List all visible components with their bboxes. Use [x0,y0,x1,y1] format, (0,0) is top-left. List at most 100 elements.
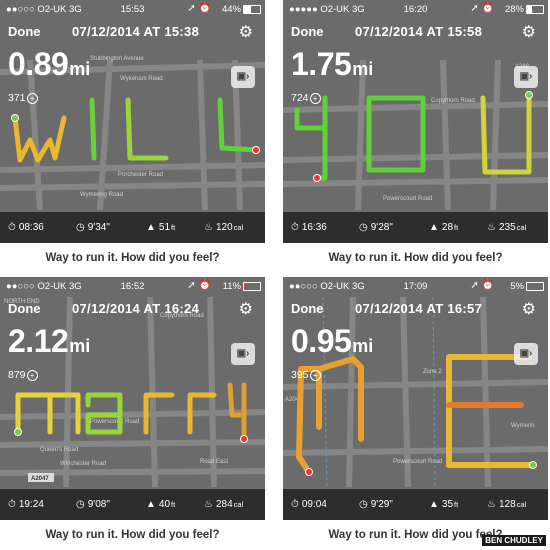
photo-credit: BEN CHUDLEY [482,535,546,546]
stopwatch-icon: ⏱ [291,499,299,510]
run-panel-2: Copythorn Road Powerscourt Road A288 ●●●… [283,0,548,273]
share-map-button[interactable]: ▣› [231,343,255,365]
street-label: Queen's Road [40,447,78,453]
street-label: Porchester Road [118,172,163,178]
feedback-prompt[interactable]: Way to run it. How did you feel? [283,252,548,264]
calories-value: 235 [498,222,516,233]
calorie-marker-value: 879 [8,369,26,381]
distance: 2.12mi [8,323,90,360]
mountain-icon: ▲ [429,222,439,233]
plus-circle-icon: + [309,92,321,104]
battery-percent: 44% [221,4,241,15]
elevation-value: 35 [441,499,454,510]
elevation-unit: ft [454,500,459,509]
gear-icon[interactable]: ⚙ [522,22,536,42]
duration-stat: ⏱ 09:04 [291,499,327,510]
street-label: Stubbington Avenue [90,56,144,62]
done-button[interactable]: Done [8,301,41,316]
feedback-prompt[interactable]: Way to run it. How did you feel? [0,529,265,541]
street-label: Copythorn Road [431,98,475,104]
distance: 0.95mi [291,323,373,360]
battery-icon [526,5,544,14]
road-number: A2047 [31,476,49,482]
gear-icon[interactable]: ⚙ [239,22,253,42]
flame-icon: ♨ [487,499,496,510]
end-dot [252,146,260,154]
distance: 1.75mi [291,46,373,83]
duration-value: 19:24 [18,499,44,510]
duration-stat: ⏱ 08:36 [8,222,44,233]
done-button[interactable]: Done [291,24,324,39]
distance-value: 1.75 [291,46,352,82]
gear-icon[interactable]: ⚙ [239,299,253,319]
stats-bar: ⏱ 09:04 ◷ 9'29" ▲ 35ft ♨ 128cal [283,489,548,520]
elevation-stat: ▲ 40ft [146,499,175,510]
header: Done 07/12/2014 AT 15:38 ⚙ [0,20,265,42]
clock: 17:09 [403,281,428,292]
done-button[interactable]: Done [291,301,324,316]
calories-value: 284 [215,499,233,510]
start-dot [529,461,537,469]
battery-percent: 28% [504,4,524,15]
run-panel-4: Zone 2 Wymerin Powerscourt Road A2047 ●●… [283,277,548,550]
elevation-stat: ▲ 35ft [429,499,458,510]
pace-value: 9'08" [87,499,110,510]
elevation-unit: ft [454,223,459,232]
gear-icon[interactable]: ⚙ [522,299,536,319]
street-label: Wymering Road [80,192,123,198]
app-screen: NORTH END Copythorn Road Powerscourt Roa… [0,277,265,520]
calorie-marker-value: 371 [8,92,26,104]
pace-value: 9'28" [370,222,393,233]
calories-stat: ♨ 284cal [204,499,243,510]
share-map-button[interactable]: ▣› [231,66,255,88]
street-label: Powerscourt Road [90,419,139,425]
mountain-icon: ▲ [146,222,156,233]
end-dot [305,468,313,476]
stats-bar: ⏱ 16:36 ◷ 9'28" ▲ 28ft ♨ 235cal [283,212,548,243]
duration-value: 08:36 [18,222,44,233]
location-arrow-icon: ➚ ⏰ [470,3,494,14]
distance-unit: mi [69,59,91,79]
stats-bar: ⏱ 19:24 ◷ 9'08" ▲ 40ft ♨ 284cal [0,489,265,520]
share-map-button[interactable]: ▣› [514,66,538,88]
calorie-marker: 724 + [291,92,321,104]
battery-percent: 5% [510,281,524,292]
start-dot [525,91,533,99]
street-label: Powerscourt Road [393,459,442,465]
pace-value: 9'34" [87,222,110,233]
distance-unit: mi [352,336,374,356]
clock-icon: ◷ [76,499,85,510]
location-arrow-icon: ➚ ⏰ [187,3,211,14]
street-label: Winchester Road [60,461,106,467]
battery-percent: 11% [222,281,241,292]
pace-stat: ◷ 9'34" [76,222,110,233]
calories-unit: cal [516,223,527,232]
done-button[interactable]: Done [8,24,41,39]
elevation-value: 28 [441,222,454,233]
run-datetime: 07/12/2014 AT 15:38 [72,24,200,39]
distance-value: 0.89 [8,46,69,82]
calories-unit: cal [516,500,527,509]
run-panel-3: NORTH END Copythorn Road Powerscourt Roa… [0,277,265,550]
end-dot [313,174,321,182]
app-screen: Copythorn Road Powerscourt Road A288 ●●●… [283,0,548,243]
battery-icon [526,282,544,291]
calorie-marker: 879 + [8,369,38,381]
share-map-button[interactable]: ▣› [514,343,538,365]
calories-unit: cal [233,223,244,232]
elevation-value: 40 [158,499,171,510]
status-bar: ●●○○○ O2-UK 3G 16:52 ➚ ⏰ 11% [0,277,265,295]
feedback-prompt[interactable]: Way to run it. How did you feel? [0,252,265,264]
battery-icon [243,5,261,14]
location-arrow-icon: ➚ ⏰ [187,280,211,291]
distance-value: 2.12 [8,323,69,359]
distance-unit: mi [69,336,91,356]
calories-value: 120 [215,222,233,233]
calorie-marker: 395 + [291,369,321,381]
route-path-i [89,97,97,161]
duration-value: 16:36 [301,222,327,233]
calorie-marker-value: 724 [291,92,309,104]
street-label: Powerscourt Road [383,196,432,202]
calories-stat: ♨ 120cal [204,222,243,233]
plus-circle-icon: + [309,369,321,381]
